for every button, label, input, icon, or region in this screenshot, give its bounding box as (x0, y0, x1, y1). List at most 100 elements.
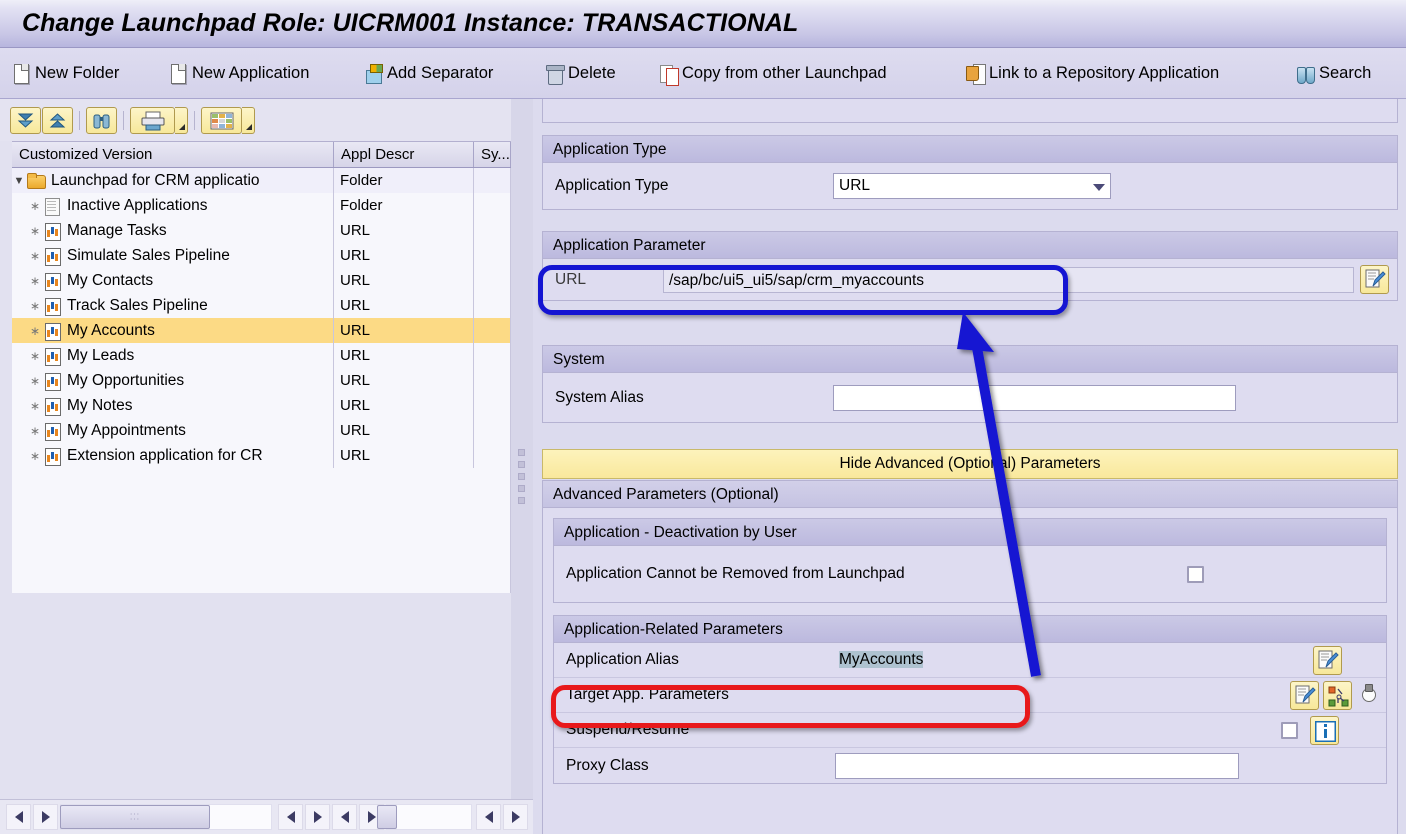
tree-scroll-left-button[interactable] (6, 804, 31, 830)
tree-row-my-leads[interactable]: ∗ My Leads URL (12, 343, 510, 368)
new-application-icon (169, 63, 188, 84)
application-type-input[interactable] (833, 173, 1111, 199)
tree-cell-system (474, 193, 510, 218)
tree-scroll-left-button-2[interactable] (278, 804, 303, 830)
application-icon (42, 322, 62, 341)
target-app-parameters-input[interactable] (835, 682, 1284, 708)
tree-row-my-accounts[interactable]: ∗ My Accounts URL (12, 318, 510, 343)
collapse-all-button[interactable] (42, 107, 73, 134)
tree-col-appl-descr[interactable]: Appl Descr (334, 142, 474, 167)
chevron-down-icon[interactable] (1093, 184, 1105, 191)
print-dropdown-button[interactable] (175, 107, 188, 134)
tree-row-my-notes[interactable]: ∗ My Notes URL (12, 393, 510, 418)
tree-body[interactable]: ▼ Launchpad for CRM applicatio Folder ∗ … (12, 168, 511, 593)
pencil-edit-icon (1365, 269, 1386, 288)
tree-col-customized-version[interactable]: Customized Version (12, 142, 334, 167)
info-icon (1315, 720, 1336, 742)
link-to-repository-application-button[interactable]: Link to a Repository Application (960, 48, 1225, 99)
application-type-label: Application Type (555, 177, 669, 194)
tree-row-my-contacts[interactable]: ∗ My Contacts URL (12, 268, 510, 293)
splitter-scroll-left-button[interactable] (332, 804, 357, 830)
layout-dropdown-button[interactable] (242, 107, 255, 134)
tree-scroll-thumb[interactable]: ⋯ ⋯ (60, 805, 210, 829)
new-folder-button[interactable]: New Folder (6, 48, 125, 99)
binoculars-icon (1296, 63, 1315, 84)
new-application-button[interactable]: New Application (163, 48, 315, 99)
layout-button[interactable] (201, 107, 242, 134)
application-alias-edit-button[interactable] (1313, 645, 1342, 675)
suspend-resume-checkbox[interactable] (1281, 721, 1298, 739)
document-icon (42, 197, 62, 216)
delete-button[interactable]: Delete (539, 48, 622, 99)
delete-icon (545, 63, 565, 85)
cannot-be-removed-checkbox[interactable] (1187, 565, 1204, 583)
tree-cell-name: ∗ Inactive Applications (12, 193, 334, 218)
application-alias-input[interactable]: MyAccounts (835, 647, 1307, 673)
tree-row-my-opportunities[interactable]: ∗ My Opportunities URL (12, 368, 510, 393)
application-related-subgroup: Application-Related Parameters Applicati… (553, 615, 1387, 784)
detail-scroll-left-button[interactable] (476, 804, 501, 830)
tree-scroll-right-button-2[interactable] (305, 804, 330, 830)
add-separator-button[interactable]: Add Separator (358, 48, 499, 99)
hide-advanced-parameters-button[interactable]: Hide Advanced (Optional) Parameters (542, 449, 1398, 479)
tree-row-extension-application[interactable]: ∗ Extension application for CR URL (12, 443, 510, 468)
add-separator-label: Add Separator (387, 64, 494, 82)
suspend-resume-row: Suspend/Resume (554, 713, 1386, 748)
leaf-marker-icon: ∗ (29, 198, 41, 213)
tree-col-system[interactable]: Sy... (474, 142, 511, 167)
tree-row-inactive-applications[interactable]: ∗ Inactive Applications Folder (12, 193, 510, 218)
tree-cell-system (474, 343, 510, 368)
splitter-scroll-track[interactable] (386, 804, 472, 830)
find-icon (93, 114, 110, 128)
collapse-all-icon (49, 112, 66, 127)
tree-row-simulate-sales-pipeline[interactable]: ∗ Simulate Sales Pipeline URL (12, 243, 510, 268)
deactivation-subgroup-title: Application - Deactivation by User (554, 519, 1386, 546)
tree-row-track-sales-pipeline[interactable]: ∗ Track Sales Pipeline URL (12, 293, 510, 318)
scrolled-group-edge (542, 99, 1398, 123)
toolbar-separator (79, 111, 80, 130)
tree-row-manage-tasks[interactable]: ∗ Manage Tasks URL (12, 218, 510, 243)
search-button[interactable]: Search (1290, 48, 1377, 99)
find-button[interactable] (86, 107, 117, 134)
detail-scroll-right-button[interactable] (503, 804, 528, 830)
splitter-scroll-thumb[interactable] (377, 805, 397, 829)
expand-all-icon (17, 113, 34, 128)
system-alias-input[interactable] (833, 384, 1236, 411)
tree-row-label: Simulate Sales Pipeline (67, 246, 230, 264)
expander-collapse-icon[interactable]: ▼ (12, 175, 26, 187)
tree-row-label: My Leads (67, 346, 135, 364)
copy-from-other-launchpad-button[interactable]: Copy from other Launchpad (653, 48, 893, 99)
splitter-grip[interactable] (518, 449, 526, 509)
tree-scroll-right-button[interactable] (33, 804, 58, 830)
url-edit-button[interactable] (1360, 265, 1389, 294)
suspend-resume-info-button[interactable] (1310, 715, 1339, 745)
application-type-dropdown[interactable] (833, 173, 1111, 199)
toolbar-separator-2 (123, 111, 124, 130)
add-separator-icon (364, 63, 383, 84)
proxy-class-input[interactable] (835, 752, 1239, 779)
panel-splitter[interactable] (511, 99, 533, 799)
cannot-be-removed-label: Application Cannot be Removed from Launc… (566, 565, 905, 582)
url-input[interactable]: /sap/bc/ui5_ui5/sap/crm_myaccounts (663, 266, 1354, 293)
tree-row-launchpad-for-crm[interactable]: ▼ Launchpad for CRM applicatio Folder (12, 168, 510, 193)
leaf-marker-icon: ∗ (29, 323, 41, 338)
tree-cell-system (474, 268, 510, 293)
expand-all-button[interactable] (10, 107, 41, 134)
tree-row-my-appointments[interactable]: ∗ My Appointments URL (12, 418, 510, 443)
application-type-group: Application Type Application Type (542, 135, 1398, 210)
parameter-mapping-button[interactable] (1323, 680, 1352, 710)
tree-cell-system (474, 218, 510, 243)
tree-cell-descr: URL (334, 368, 474, 393)
application-icon (42, 422, 62, 441)
leaf-marker-icon: ∗ (29, 248, 41, 263)
target-app-parameters-edit-button[interactable] (1290, 680, 1319, 710)
leaf-marker-icon: ∗ (29, 348, 41, 363)
tree-cell-system (474, 418, 510, 443)
tree-cell-name: ∗ My Appointments (12, 418, 334, 443)
search-label: Search (1319, 64, 1372, 82)
new-folder-icon (12, 63, 31, 84)
tree-row-label: My Opportunities (67, 371, 185, 389)
print-button[interactable] (130, 107, 175, 134)
suspend-resume-label: Suspend/Resume (554, 713, 835, 748)
tree-cell-system (474, 393, 510, 418)
